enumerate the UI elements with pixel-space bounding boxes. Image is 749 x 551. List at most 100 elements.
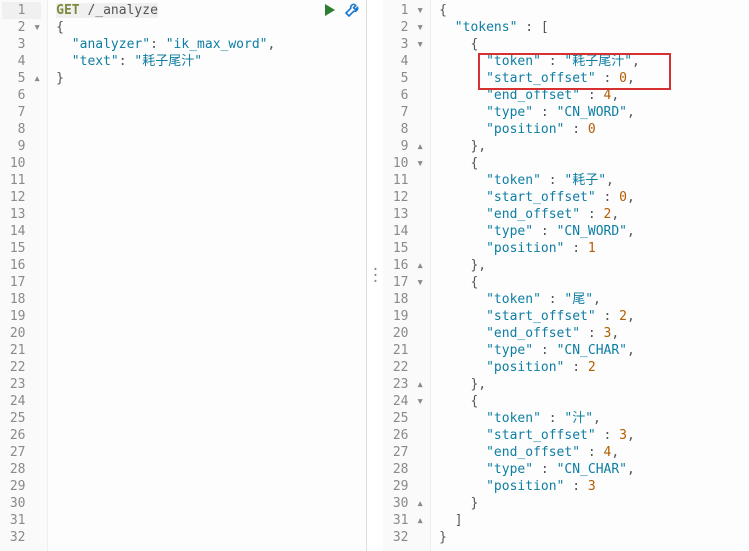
code-line: }, — [439, 377, 486, 392]
line-number: 23 ▴ — [385, 376, 424, 393]
line-number: 5 ▴ — [2, 70, 41, 87]
code-line — [56, 173, 64, 188]
code-line: "type" : "CN_CHAR", — [439, 462, 635, 477]
line-number: 24 — [2, 393, 41, 410]
request-editor[interactable]: 1 2 ▾ 3 4 5 ▴ 6 7 8 9 10 11 12 13 14 15 … — [0, 0, 366, 551]
code-line — [56, 479, 64, 494]
code-line — [56, 122, 64, 137]
code-line — [56, 190, 64, 205]
line-number: 11 — [385, 172, 424, 189]
code-line: "type" : "CN_WORD", — [439, 224, 635, 239]
line-number: 17 — [2, 274, 41, 291]
line-number: 30 ▴ — [385, 495, 424, 512]
code-line — [56, 496, 64, 511]
line-number: 1 ▾ — [385, 2, 424, 19]
line-number: 14 — [2, 223, 41, 240]
code-line: "text": "耗子尾汁" — [56, 54, 202, 69]
code-line — [56, 326, 64, 341]
line-number: 15 — [385, 240, 424, 257]
line-number: 25 — [2, 410, 41, 427]
code-line — [56, 411, 64, 426]
line-number: 7 — [2, 104, 41, 121]
code-line — [56, 88, 64, 103]
line-number: 26 — [385, 427, 424, 444]
line-number: 10 ▾ — [385, 155, 424, 172]
code-line — [56, 224, 64, 239]
line-number: 27 — [2, 444, 41, 461]
code-line — [56, 258, 64, 273]
line-number: 16 ▴ — [385, 257, 424, 274]
code-line — [56, 241, 64, 256]
line-number: 30 — [2, 495, 41, 512]
code-line — [56, 377, 64, 392]
line-number: 10 — [2, 155, 41, 172]
line-number: 15 — [2, 240, 41, 257]
line-number: 26 — [2, 427, 41, 444]
code-line: "start_offset" : 0, — [439, 71, 635, 86]
line-number: 13 — [385, 206, 424, 223]
line-number: 23 — [2, 376, 41, 393]
code-line: "token" : "尾", — [439, 292, 601, 307]
code-line — [56, 394, 64, 409]
line-number: 8 — [2, 121, 41, 138]
line-number: 29 — [385, 478, 424, 495]
code-line: "position" : 1 — [439, 241, 596, 256]
line-number: 2 ▾ — [2, 19, 41, 36]
code-line — [56, 462, 64, 477]
line-number: 5 — [385, 70, 424, 87]
line-number: 29 — [2, 478, 41, 495]
line-number: 12 — [385, 189, 424, 206]
response-editor[interactable]: 1 ▾ 2 ▾ 3 ▾ 4 5 6 7 8 9 ▴ 10 ▾ 11 12 13 … — [383, 0, 749, 551]
code-line: }, — [439, 258, 486, 273]
code-line: "end_offset" : 4, — [439, 88, 619, 103]
code-line — [56, 513, 64, 528]
line-number: 28 — [2, 461, 41, 478]
code-line: { — [439, 3, 447, 18]
line-number: 1 — [2, 2, 41, 19]
line-number: 18 — [385, 291, 424, 308]
code-line — [56, 530, 64, 545]
response-content: { "tokens" : [ { "token" : "耗子尾汁", "star… — [431, 0, 749, 551]
code-line: "start_offset" : 2, — [439, 309, 635, 324]
request-content: GET /_analyze { "analyzer": "ik_max_word… — [48, 0, 366, 551]
line-number: 32 — [385, 529, 424, 546]
divider-handle-icon: ··· — [371, 268, 378, 284]
code-line: } — [439, 530, 447, 545]
line-number: 21 — [385, 342, 424, 359]
line-number: 6 — [2, 87, 41, 104]
code-line: "end_offset" : 2, — [439, 207, 619, 222]
line-number: 17 ▾ — [385, 274, 424, 291]
line-number: 7 — [385, 104, 424, 121]
run-icon[interactable] — [322, 2, 338, 22]
code-line — [56, 445, 64, 460]
request-pane: 1 2 ▾ 3 4 5 ▴ 6 7 8 9 10 11 12 13 14 15 … — [0, 0, 367, 551]
code-line — [56, 428, 64, 443]
line-number: 19 — [2, 308, 41, 325]
code-line: "token" : "耗子", — [439, 173, 614, 188]
line-number: 8 — [385, 121, 424, 138]
code-line — [56, 292, 64, 307]
code-line: "type" : "CN_WORD", — [439, 105, 635, 120]
code-line: "end_offset" : 3, — [439, 326, 619, 341]
code-line: "start_offset" : 0, — [439, 190, 635, 205]
response-gutter: 1 ▾ 2 ▾ 3 ▾ 4 5 6 7 8 9 ▴ 10 ▾ 11 12 13 … — [383, 0, 431, 551]
code-line: "end_offset" : 4, — [439, 445, 619, 460]
code-line: "analyzer": "ik_max_word", — [56, 37, 275, 52]
code-line: "tokens" : [ — [439, 20, 549, 35]
code-line — [56, 309, 64, 324]
wrench-icon[interactable] — [344, 2, 360, 22]
line-number: 9 — [2, 138, 41, 155]
line-number: 19 — [385, 308, 424, 325]
line-number: 24 ▾ — [385, 393, 424, 410]
line-number: 27 — [385, 444, 424, 461]
code-line: "position" : 3 — [439, 479, 596, 494]
line-number: 3 ▾ — [385, 36, 424, 53]
code-line — [56, 105, 64, 120]
line-number: 28 — [385, 461, 424, 478]
code-line: "token" : "汁", — [439, 411, 601, 426]
line-number: 22 — [2, 359, 41, 376]
code-line — [56, 343, 64, 358]
code-line: "type" : "CN_CHAR", — [439, 343, 635, 358]
code-line: "token" : "耗子尾汁", — [439, 54, 640, 69]
pane-divider[interactable]: ··· — [367, 0, 383, 551]
